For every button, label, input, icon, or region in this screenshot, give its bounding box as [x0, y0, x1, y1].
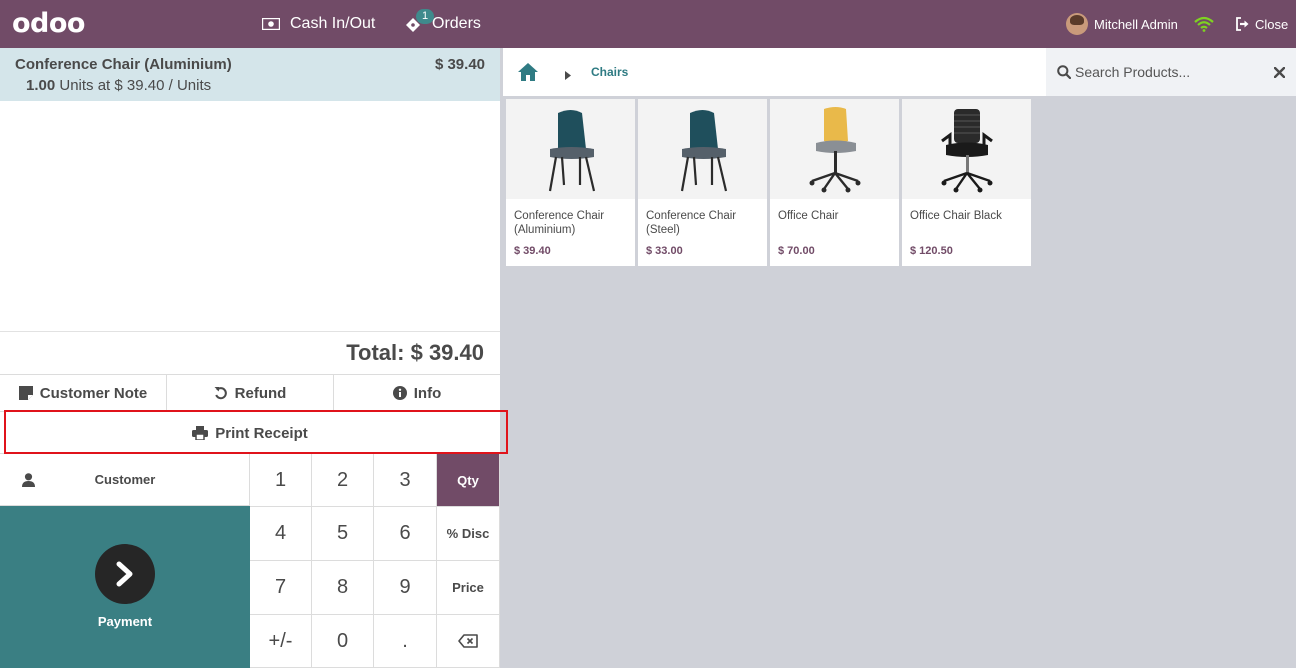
- refund-label: Refund: [234, 384, 287, 402]
- product-name: Conference Chair (Steel): [646, 210, 737, 236]
- top-bar: odoo Cash In/Out 1 Orders Mitchell Admin…: [0, 0, 1296, 48]
- product-name: Office Chair Black: [910, 210, 1002, 222]
- order-line-unit-info: Units at $ 39.40 / Units: [59, 77, 212, 94]
- product-name: Conference Chair (Aluminium): [514, 210, 605, 236]
- product-card[interactable]: Office Chair Black $ 120.50: [902, 99, 1031, 266]
- wifi-icon[interactable]: [1194, 0, 1214, 48]
- product-card[interactable]: Office Chair $ 70.00: [770, 99, 899, 266]
- numpad-key-9[interactable]: 9: [374, 561, 437, 615]
- search-input[interactable]: [1075, 61, 1265, 83]
- cash-in-out-label: Cash In/Out: [290, 15, 376, 32]
- info-label: Info: [413, 384, 442, 402]
- breadcrumb: Chairs: [503, 48, 1046, 96]
- product-image: [770, 99, 899, 199]
- product-card[interactable]: Conference Chair (Aluminium) $ 39.40: [506, 99, 635, 266]
- order-line-info: 1.00 Units at $ 39.40 / Units: [26, 77, 211, 94]
- product-image: [638, 99, 767, 199]
- search-icon: [1057, 65, 1072, 84]
- product-list: Conference Chair (Aluminium) $ 39.40 Con…: [506, 99, 1031, 266]
- customer-note-label: Customer Note: [39, 384, 148, 402]
- numpad-key-1[interactable]: 1: [250, 454, 312, 507]
- numpad-mode-discount[interactable]: % Disc: [437, 507, 500, 561]
- summary-divider: [0, 331, 500, 332]
- order-line-price: $ 39.40: [434, 56, 485, 73]
- sticky-note-icon: [18, 386, 33, 400]
- product-image: [506, 99, 635, 199]
- customer-button[interactable]: Customer: [0, 454, 250, 506]
- numpad-key-2[interactable]: 2: [312, 454, 374, 507]
- product-image: [902, 99, 1031, 199]
- numpad-backspace-button[interactable]: [437, 615, 500, 668]
- orders-count-badge: 1: [416, 9, 435, 24]
- undo-icon: [214, 386, 228, 400]
- odoo-logo: odoo: [12, 8, 85, 39]
- product-price: $ 33.00: [646, 245, 683, 257]
- money-icon: [262, 18, 280, 30]
- order-line-product-name: Conference Chair (Aluminium): [15, 56, 232, 73]
- search-box: [1046, 48, 1296, 96]
- product-price: $ 120.50: [910, 245, 953, 257]
- chevron-right-icon: [95, 544, 155, 604]
- close-button[interactable]: Close: [1236, 0, 1288, 48]
- numpad-key-plus-minus[interactable]: +/-: [250, 615, 312, 668]
- breadcrumb-category[interactable]: Chairs: [591, 65, 628, 79]
- order-total: Total: $ 39.40: [346, 340, 484, 365]
- cash-in-out-button[interactable]: Cash In/Out: [262, 0, 375, 48]
- numpad-key-4[interactable]: 4: [250, 507, 312, 561]
- orders-label: Orders: [432, 15, 481, 32]
- avatar: [1066, 13, 1088, 35]
- caret-right-icon: [565, 67, 571, 85]
- highlight-box: [4, 410, 508, 454]
- numpad-key-0[interactable]: 0: [312, 615, 374, 668]
- order-line[interactable]: Conference Chair (Aluminium) $ 39.40 1.0…: [0, 48, 500, 101]
- payment-button[interactable]: Payment: [0, 506, 250, 668]
- order-line-qty: 1.00: [26, 77, 56, 94]
- info-circle-icon: [392, 386, 407, 400]
- orders-button[interactable]: 1 Orders: [404, 0, 481, 48]
- numpad-key-3[interactable]: 3: [374, 454, 437, 507]
- customer-note-button[interactable]: Customer Note: [0, 375, 167, 412]
- products-topbar: Chairs: [500, 48, 1296, 96]
- print-receipt-row: Print Receipt: [0, 410, 508, 454]
- numpad-key-decimal[interactable]: .: [374, 615, 437, 668]
- payment-label: Payment: [97, 614, 153, 629]
- numpad-key-7[interactable]: 7: [250, 561, 312, 615]
- numpad-key-8[interactable]: 8: [312, 561, 374, 615]
- product-price: $ 39.40: [514, 245, 551, 257]
- user-name: Mitchell Admin: [1094, 16, 1178, 32]
- order-panel: Conference Chair (Aluminium) $ 39.40 1.0…: [0, 48, 508, 668]
- home-icon[interactable]: [517, 62, 539, 87]
- customer-label: Customer: [94, 472, 156, 487]
- product-card[interactable]: Conference Chair (Steel) $ 33.00: [638, 99, 767, 266]
- user-menu[interactable]: Mitchell Admin: [1066, 0, 1178, 48]
- sign-out-icon: [1236, 17, 1250, 31]
- numpad-mode-qty[interactable]: Qty: [437, 454, 500, 507]
- clear-search-icon[interactable]: [1273, 65, 1286, 83]
- numpad: 1 2 3 Qty 4 5 6 % Disc 7 8 9 Price +/- 0…: [250, 454, 500, 668]
- numpad-key-5[interactable]: 5: [312, 507, 374, 561]
- info-button[interactable]: Info: [334, 375, 500, 412]
- product-price: $ 70.00: [778, 245, 815, 257]
- numpad-mode-price[interactable]: Price: [437, 561, 500, 615]
- numpad-key-6[interactable]: 6: [374, 507, 437, 561]
- backspace-icon: [458, 634, 478, 648]
- product-name: Office Chair: [778, 210, 839, 222]
- control-buttons: Customer Note Refund Info: [0, 374, 500, 412]
- close-label: Close: [1255, 16, 1289, 32]
- refund-button[interactable]: Refund: [167, 375, 334, 412]
